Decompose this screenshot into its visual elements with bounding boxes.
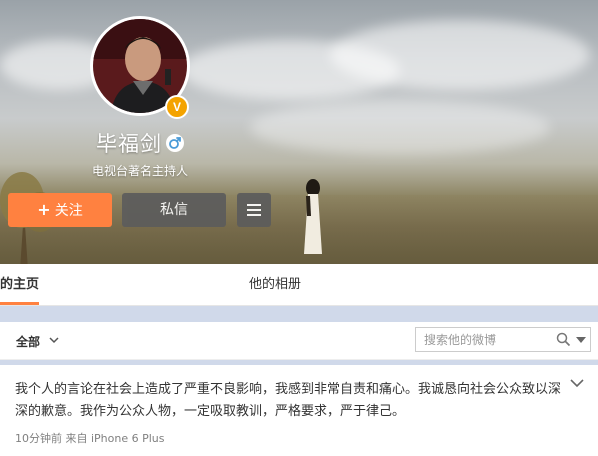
profile-cover: V 毕福剑 电视台著名主持人 + 关注 私信 (0, 0, 598, 264)
feed-post: 我个人的言论在社会上造成了严重不良影响，我感到非常自责和痛心。我诚恳向社会公众致… (0, 365, 598, 456)
tab-album[interactable]: 他的相册 (249, 264, 301, 305)
post-text: 我个人的言论在社会上造成了严重不良影响，我感到非常自责和痛心。我诚恳向社会公众致… (15, 382, 562, 419)
message-button[interactable]: 私信 (122, 193, 226, 227)
hamburger-menu-icon (247, 204, 261, 219)
male-icon (166, 134, 184, 152)
profile-name: 毕福剑 (96, 132, 162, 156)
post-options-chevron-icon[interactable] (570, 378, 584, 388)
tab-home[interactable]: 的主页 (0, 264, 40, 305)
search-input[interactable] (424, 331, 554, 348)
cover-cloud (330, 20, 590, 90)
chevron-down-icon[interactable] (48, 334, 60, 346)
feed-filter-bar: 全部 (0, 322, 598, 360)
search-icon[interactable] (556, 332, 571, 347)
filter-all-dropdown[interactable]: 全部 (16, 333, 40, 350)
search-options-dropdown-icon[interactable] (576, 337, 586, 343)
plus-icon: + (37, 200, 51, 219)
profile-description: 电视台著名主持人 (92, 164, 189, 178)
verified-badge-icon: V (165, 95, 189, 119)
cover-woman-figure (304, 179, 322, 254)
follow-label: 关注 (54, 203, 83, 219)
search-box (415, 327, 591, 352)
post-meta[interactable]: 10分钟前 来自 iPhone 6 Plus (15, 430, 165, 446)
follow-button[interactable]: + 关注 (8, 193, 112, 227)
cover-cloud (250, 100, 550, 155)
profile-tabs: 的主页 他的相册 (0, 264, 598, 306)
more-menu-button[interactable] (237, 193, 271, 227)
